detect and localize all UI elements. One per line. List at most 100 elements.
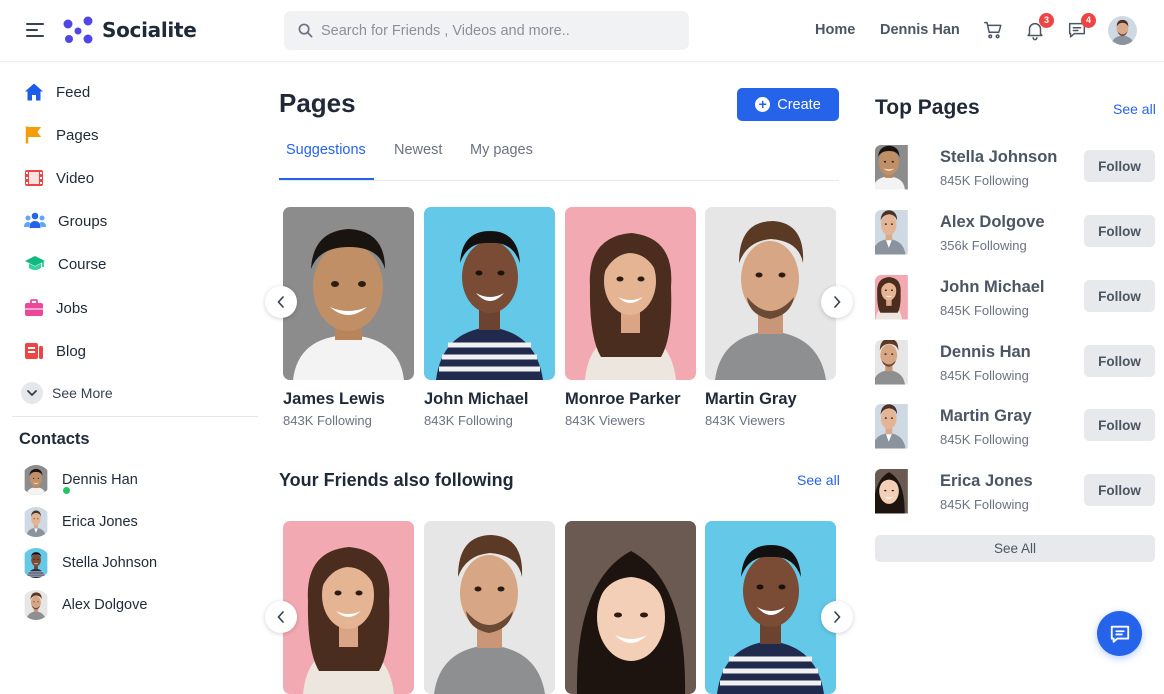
sidebar-item-video[interactable]: Video	[24, 166, 94, 190]
app-name: Socialite	[102, 18, 197, 42]
messages-button[interactable]: 4	[1066, 13, 1096, 41]
suggestion-card[interactable]: John Michael 843K Following	[424, 207, 555, 428]
avatar	[21, 548, 51, 578]
cart-icon	[984, 21, 1002, 39]
page-image	[565, 521, 696, 694]
top-page-item: Dennis Han 845K Following Follow	[875, 340, 1155, 390]
top-pages-see-all-button[interactable]: See All	[875, 535, 1155, 562]
sidebar-item-label: Feed	[56, 83, 91, 101]
follow-button[interactable]: Follow	[1084, 474, 1155, 506]
contact-alex-dolgove[interactable]: Alex Dolgove	[21, 590, 147, 620]
sidebar-item-groups[interactable]: Groups	[24, 209, 107, 233]
create-button[interactable]: + Create	[737, 88, 839, 121]
notifications-button[interactable]: 3	[1024, 13, 1054, 41]
nav-profile-link[interactable]: Dennis Han	[880, 22, 960, 38]
top-page-item: Erica Jones 845K Following Follow	[875, 469, 1155, 519]
sidebar-item-pages[interactable]: Pages	[24, 123, 99, 147]
top-page-stats: 845K Following	[940, 173, 1029, 188]
sidebar-item-blog[interactable]: Blog	[24, 339, 86, 363]
sidebar-item-jobs[interactable]: Jobs	[24, 296, 88, 320]
notifications-badge: 3	[1039, 13, 1054, 28]
contact-name: Alex Dolgove	[62, 597, 148, 613]
plus-icon: +	[755, 97, 771, 112]
cart-button[interactable]	[982, 19, 1004, 41]
follow-button[interactable]: Follow	[1084, 409, 1155, 441]
top-page-name[interactable]: John Michael	[940, 278, 1045, 297]
avatar[interactable]	[875, 145, 925, 195]
contact-name: Erica Jones	[62, 514, 138, 530]
top-page-name[interactable]: Martin Gray	[940, 407, 1032, 426]
top-page-stats: 845K Following	[940, 368, 1029, 383]
tab-newest[interactable]: Newest	[394, 142, 442, 158]
top-page-stats: 845K Following	[940, 497, 1029, 512]
suggestion-card[interactable]: James Lewis 843K Following	[283, 207, 414, 428]
avatar[interactable]	[1108, 16, 1137, 45]
briefcase-icon	[25, 299, 43, 316]
create-label: Create	[777, 96, 821, 113]
menu-icon[interactable]	[26, 22, 44, 38]
contacts-title: Contacts	[19, 430, 90, 448]
friend-page-card[interactable]	[283, 521, 414, 694]
sidebar: Feed Pages Video Groups Course Jobs Blog…	[0, 62, 258, 677]
friend-page-card[interactable]	[565, 521, 696, 694]
blog-icon	[25, 343, 43, 359]
contact-stella-johnson[interactable]: Stella Johnson	[21, 548, 157, 578]
avatar[interactable]	[875, 210, 925, 260]
contact-erica-jones[interactable]: Erica Jones	[21, 507, 138, 537]
page-image	[283, 521, 414, 694]
tab-suggestions[interactable]: Suggestions	[286, 142, 366, 158]
carousel-prev-button[interactable]	[265, 601, 297, 633]
avatar[interactable]	[875, 469, 925, 519]
carousel-next-button[interactable]	[821, 601, 853, 633]
search-input[interactable]	[321, 22, 681, 39]
top-page-item: John Michael 845K Following Follow	[875, 275, 1155, 325]
top-page-item: Alex Dolgove 356k Following Follow	[875, 210, 1155, 260]
avatar[interactable]	[875, 340, 925, 390]
chevron-right-icon	[834, 611, 841, 623]
tab-my-pages[interactable]: My pages	[470, 142, 533, 158]
suggestion-card[interactable]: Monroe Parker 843K Viewers	[565, 207, 696, 428]
friend-page-card[interactable]	[705, 521, 836, 694]
suggestion-card[interactable]: Martin Gray 843K Viewers	[705, 207, 836, 428]
avatar[interactable]	[875, 275, 925, 325]
follow-button[interactable]: Follow	[1084, 215, 1155, 247]
top-header: Socialite Home Dennis Han 3 4	[0, 0, 1164, 62]
top-pages-see-all-link[interactable]: See all	[1113, 101, 1156, 117]
search-bar[interactable]	[284, 11, 689, 50]
divider	[12, 416, 258, 417]
top-page-name[interactable]: Stella Johnson	[940, 148, 1057, 167]
logo-icon	[63, 16, 93, 44]
chat-button[interactable]	[1097, 611, 1142, 656]
friend-page-card[interactable]	[424, 521, 555, 694]
follow-button[interactable]: Follow	[1084, 150, 1155, 182]
carousel-next-button[interactable]	[821, 286, 853, 318]
top-page-name[interactable]: Erica Jones	[940, 472, 1033, 491]
top-page-item: Stella Johnson 845K Following Follow	[875, 145, 1155, 195]
sidebar-item-course[interactable]: Course	[24, 252, 106, 276]
carousel-prev-button[interactable]	[265, 286, 297, 318]
contact-name: Dennis Han	[62, 472, 138, 488]
follow-button[interactable]: Follow	[1084, 280, 1155, 312]
flag-icon	[25, 126, 41, 144]
app-logo[interactable]: Socialite	[62, 15, 197, 45]
nav-home-link[interactable]: Home	[815, 22, 855, 38]
follow-button[interactable]: Follow	[1084, 345, 1155, 377]
top-page-stats: 845K Following	[940, 432, 1029, 447]
sidebar-item-feed[interactable]: Feed	[24, 80, 90, 104]
chevron-left-icon	[277, 296, 284, 308]
see-more-button[interactable]: See More	[21, 382, 113, 404]
friends-section-title: Your Friends also following	[279, 470, 514, 490]
see-more-label: See More	[52, 385, 113, 401]
top-page-name[interactable]: Alex Dolgove	[940, 213, 1045, 232]
page-stats: 843K Following	[283, 413, 372, 428]
page-name: John Michael	[424, 390, 529, 408]
active-tab-indicator	[279, 178, 374, 180]
avatar[interactable]	[875, 404, 925, 454]
friends-see-all-link[interactable]: See all	[797, 472, 840, 488]
page-stats: 843K Following	[424, 413, 513, 428]
page-image	[283, 207, 414, 380]
top-page-name[interactable]: Dennis Han	[940, 343, 1031, 362]
contact-dennis-han[interactable]: Dennis Han	[21, 465, 138, 496]
avatar	[21, 465, 51, 495]
top-page-item: Martin Gray 845K Following Follow	[875, 404, 1155, 454]
